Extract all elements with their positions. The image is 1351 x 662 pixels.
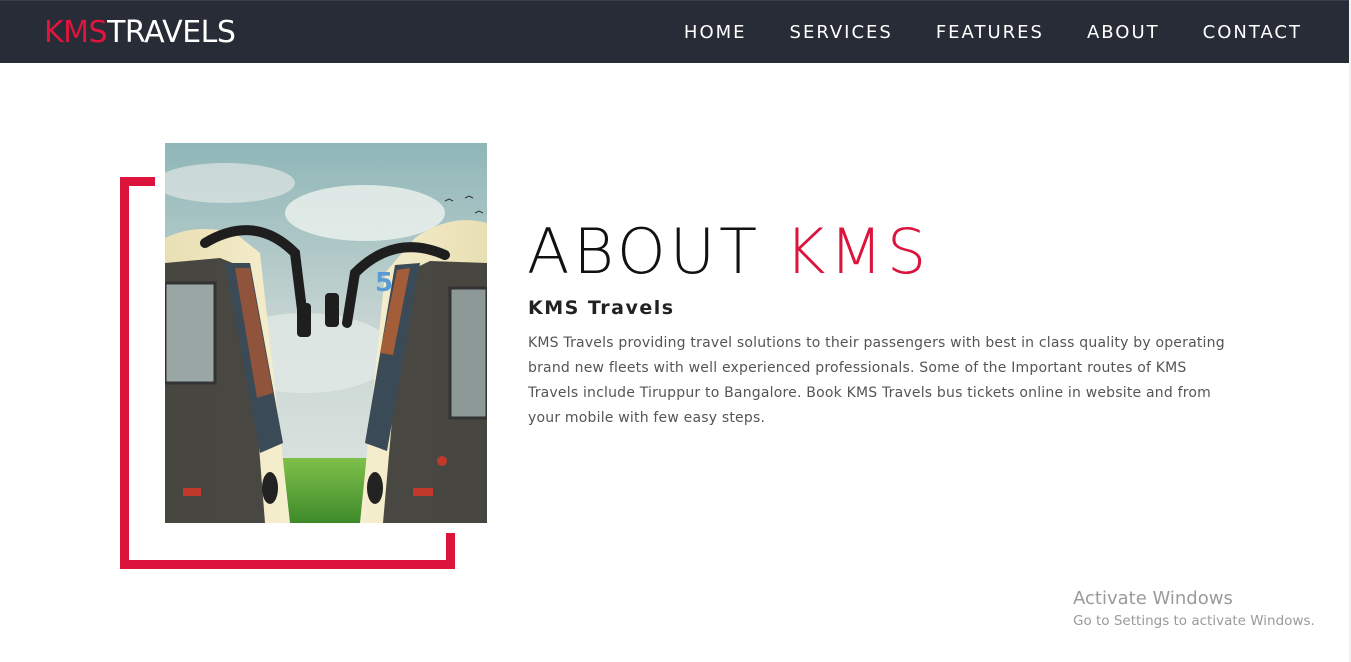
main-nav: HOME SERVICES FEATURES ABOUT CONTACT (641, 1, 1302, 64)
brand-accent: KMS (44, 15, 108, 50)
nav-features-link[interactable]: FEATURES (936, 22, 1044, 43)
about-title: ABOUT KMS (527, 218, 930, 286)
about-title-accent: KMS (784, 215, 931, 288)
about-title-main: ABOUT (527, 215, 761, 288)
about-paragraph: KMS Travels providing travel solutions t… (528, 335, 1225, 426)
brand-rest: TRAVELS (107, 15, 236, 50)
windows-activation-watermark: Activate Windows Go to Settings to activ… (1073, 588, 1315, 632)
nav-about-link[interactable]: ABOUT (1087, 22, 1160, 43)
about-subtitle: KMS Travels (528, 297, 675, 319)
brand-logo[interactable]: KMSTRAVELS (44, 15, 236, 50)
nav-home-link[interactable]: HOME (684, 22, 747, 43)
watermark-line-1: Activate Windows (1073, 588, 1233, 609)
svg-text:5: 5 (375, 268, 393, 298)
top-navbar: KMSTRAVELS HOME SERVICES FEATURES ABOUT … (0, 0, 1349, 63)
watermark-line-2: Go to Settings to activate Windows. (1073, 613, 1315, 629)
nav-contact-link[interactable]: CONTACT (1203, 22, 1302, 43)
nav-services-link[interactable]: SERVICES (790, 22, 893, 43)
buses-photo: 5 (165, 143, 487, 523)
